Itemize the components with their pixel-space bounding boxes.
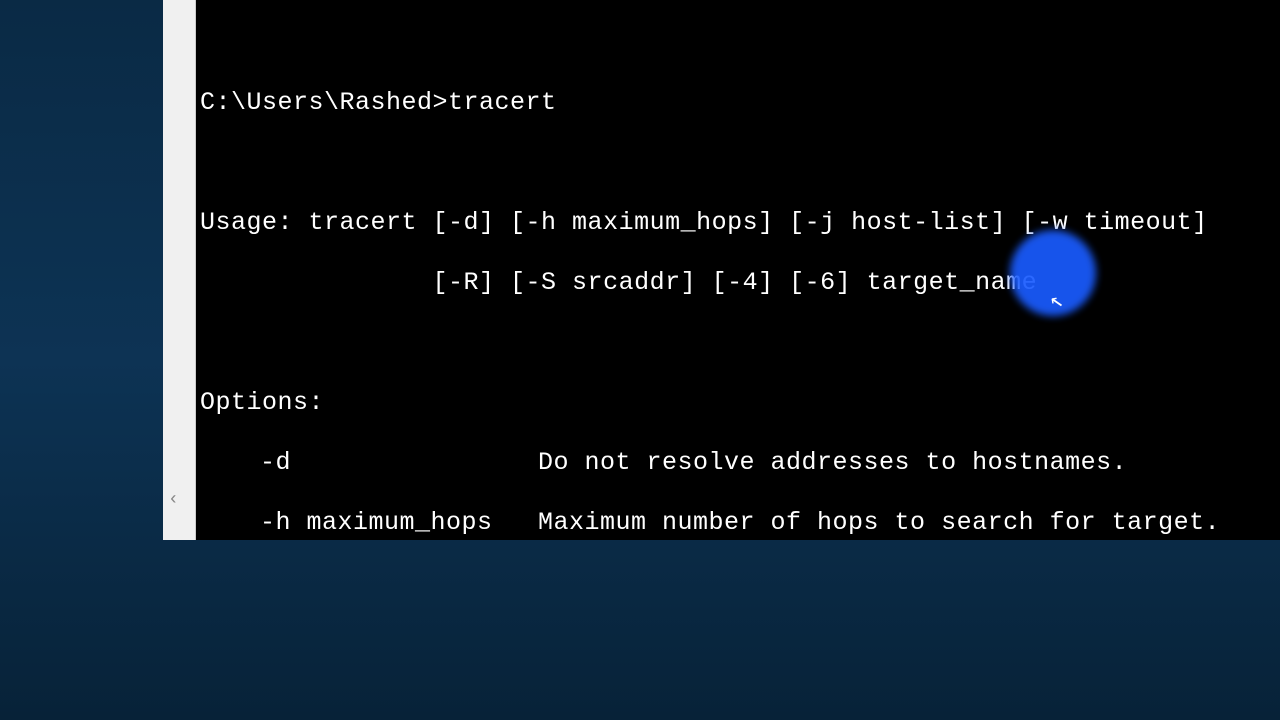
terminal-output: C:\Users\Rashed>tracert Usage: tracert [… — [200, 58, 1267, 540]
usage-line-2: [-R] [-S srcaddr] [-4] [-6] target_name — [200, 268, 1267, 298]
option-row: -h maximum_hopsMaximum number of hops to… — [200, 508, 1267, 538]
window-edge-strip: ‹ — [163, 0, 196, 540]
prompt-line: C:\Users\Rashed>tracert — [200, 88, 1267, 118]
command-prompt-window[interactable]: C:\Users\Rashed>tracert Usage: tracert [… — [196, 0, 1280, 540]
blank-line — [200, 148, 1267, 178]
desktop-background: ‹ C:\Users\Rashed>tracert Usage: tracert… — [0, 0, 1280, 720]
option-row: -dDo not resolve addresses to hostnames. — [200, 448, 1267, 478]
blank-line — [200, 328, 1267, 358]
options-header: Options: — [200, 388, 1267, 418]
scroll-left-icon[interactable]: ‹ — [168, 490, 179, 510]
usage-line-1: Usage: tracert [-d] [-h maximum_hops] [-… — [200, 208, 1267, 238]
